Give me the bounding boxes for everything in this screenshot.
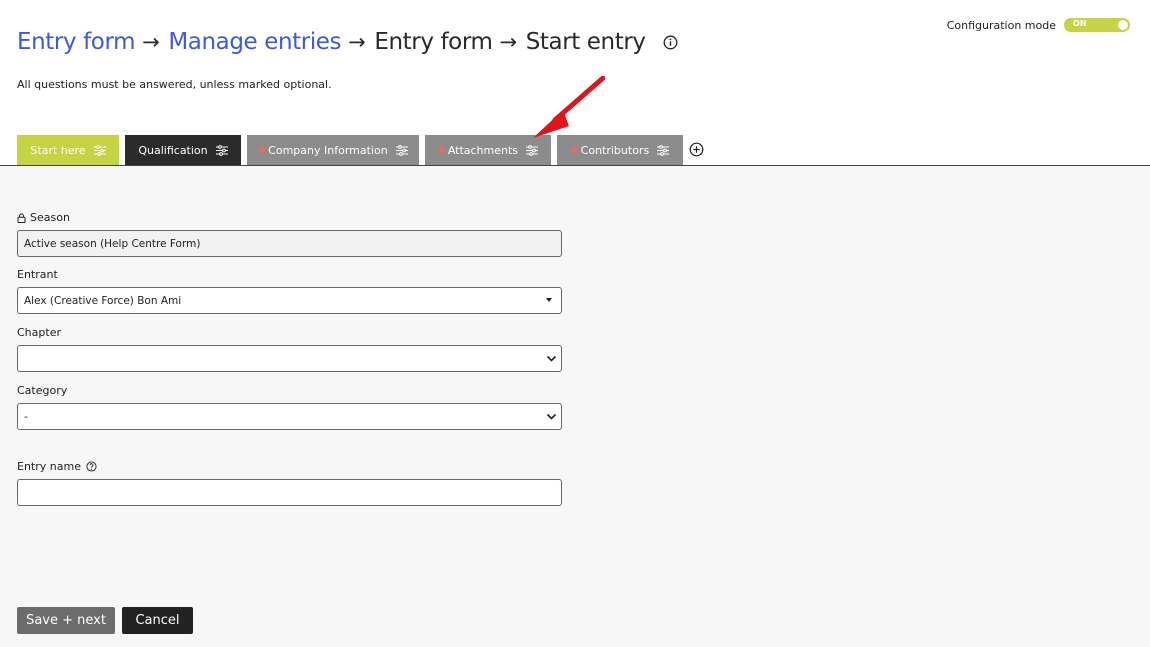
tab-label: Attachments [447, 143, 519, 157]
sliders-icon[interactable] [526, 144, 539, 156]
add-tab-icon[interactable] [689, 142, 704, 157]
tab-label: Start here [30, 143, 86, 157]
sliders-icon[interactable] [657, 144, 670, 156]
chapter-select[interactable] [17, 345, 562, 372]
toggle-knob [1118, 20, 1128, 30]
chevron-down-icon [546, 353, 557, 364]
season-label-text: Season [30, 211, 70, 224]
lock-icon [17, 212, 26, 223]
tab-label: Contributors [580, 143, 650, 157]
cancel-button[interactable]: Cancel [122, 607, 193, 634]
breadcrumb-separator: → [499, 30, 517, 54]
configuration-mode-label: Configuration mode [946, 18, 1056, 32]
annotation-arrow-icon [533, 76, 605, 138]
breadcrumb-separator: → [142, 30, 160, 54]
tab-label: Company Information [268, 143, 388, 157]
category-select[interactable]: - [17, 403, 562, 430]
configuration-mode: Configuration mode ON [947, 18, 1130, 32]
sliders-icon[interactable] [93, 144, 106, 156]
help-icon[interactable] [86, 461, 97, 472]
draft-marker-icon: ● [437, 145, 446, 155]
entry-name-input[interactable] [17, 479, 562, 506]
entrant-label: Entrant [17, 268, 58, 281]
category-label: Category [17, 384, 68, 397]
info-icon[interactable] [663, 35, 678, 50]
page-title: Start entry [525, 29, 646, 55]
breadcrumb-separator: → [348, 30, 366, 54]
form-instructions: All questions must be answered, unless m… [17, 78, 332, 91]
toggle-state-label: ON [1073, 19, 1087, 28]
draft-marker-icon: ● [258, 145, 267, 155]
breadcrumb: Entry form → Manage entries → Entry form… [17, 26, 678, 58]
tab-start-here[interactable]: Start here [17, 135, 119, 165]
draft-marker-icon: ● [570, 145, 579, 155]
entrant-value: Alex (Creative Force) Bon Ami [24, 294, 182, 307]
tab-qualification[interactable]: Qualification [125, 135, 241, 165]
category-value: - [24, 410, 28, 423]
entrant-select[interactable]: Alex (Creative Force) Bon Ami [17, 287, 562, 314]
chapter-label: Chapter [17, 326, 61, 339]
tab-company-information[interactable]: ● Company Information [247, 135, 419, 165]
save-next-button[interactable]: Save + next [17, 607, 115, 634]
caret-down-icon [546, 298, 552, 302]
breadcrumb-item-entry-form: Entry form [374, 29, 493, 55]
breadcrumb-link-manage-entries[interactable]: Manage entries [168, 29, 341, 55]
tab-label: Qualification [138, 143, 208, 157]
configuration-mode-toggle[interactable]: ON [1064, 18, 1130, 32]
season-value: Active season (Help Centre Form) [24, 237, 201, 250]
season-field: Active season (Help Centre Form) [17, 230, 562, 257]
sliders-icon[interactable] [215, 144, 228, 156]
entry-name-label-text: Entry name [17, 460, 81, 473]
season-label: Season [17, 211, 70, 224]
breadcrumb-link-entry-form[interactable]: Entry form [17, 29, 136, 55]
chevron-down-icon [546, 411, 557, 422]
entry-name-label: Entry name [17, 460, 97, 473]
sliders-icon[interactable] [395, 144, 408, 156]
